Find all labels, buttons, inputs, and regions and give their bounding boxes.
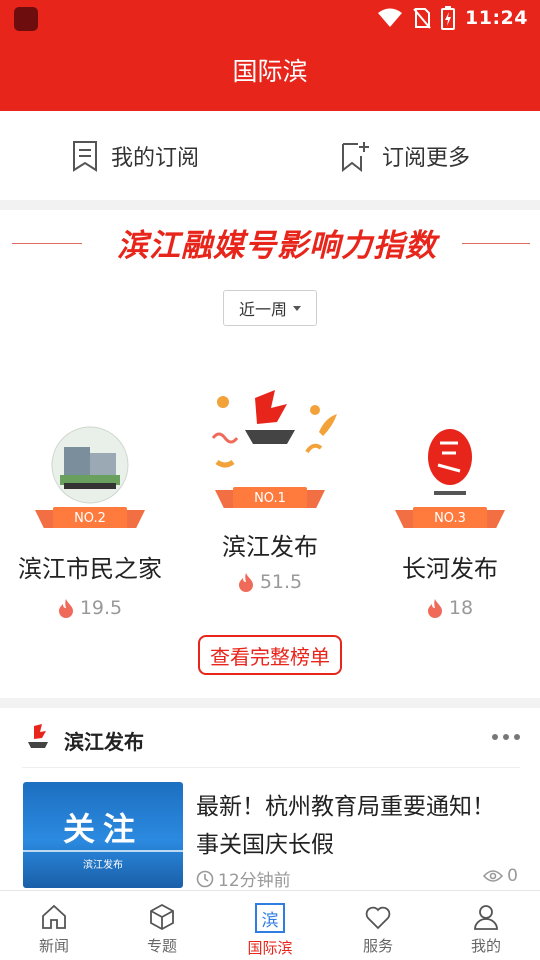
news-time: 12分钟前 [196, 866, 291, 891]
rank-badge-2: NO.2 [35, 507, 145, 528]
list-bookmark-icon [72, 140, 97, 172]
rank-item-2[interactable]: NO.2 滨江市民之家 19.5 [10, 425, 170, 625]
rank-badge-label: NO.1 [254, 491, 286, 506]
rank-badge-label: NO.2 [74, 511, 106, 526]
thumb-source: 滨江发布 [83, 860, 123, 871]
binjiang-release-logo [211, 390, 337, 468]
eye-icon [483, 870, 504, 882]
changhe-release-logo [428, 429, 472, 495]
dropdown-caret-icon [293, 305, 301, 311]
nav-international-bin[interactable]: 滨 国际滨 [216, 891, 324, 960]
nav-mine[interactable]: 我的 [432, 891, 540, 960]
rank-score-value: 18 [448, 597, 474, 619]
nav-label: 我的 [470, 937, 501, 955]
banner-right-line [462, 243, 530, 244]
cube-icon [150, 903, 174, 931]
flame-icon [238, 573, 253, 592]
banner-title: 滨江融媒号影响力指数 [117, 228, 437, 264]
banner-left-line [12, 243, 82, 244]
app-notification-icon [14, 7, 38, 31]
no-sim-icon [413, 8, 431, 29]
influence-banner: 滨江融媒号影响力指数 [12, 216, 530, 266]
my-subscriptions-label: 我的订阅 [110, 145, 199, 171]
source-logo-icon [28, 724, 48, 748]
rank-badge-3: NO.3 [395, 507, 505, 528]
subscription-row: 我的订阅 订阅更多 [0, 111, 540, 200]
rank-name: 滨江发布 [222, 533, 318, 561]
rank-badge-1: NO.1 [215, 487, 325, 508]
nav-label: 新闻 [38, 937, 69, 955]
news-views: 0 [483, 866, 518, 886]
nav-label: 国际滨 [247, 939, 293, 957]
nav-topics[interactable]: 专题 [108, 891, 216, 960]
battery-charging-icon [441, 6, 456, 30]
person-icon [474, 905, 498, 930]
news-headline[interactable]: 最新！杭州教育局重要通知！事关国庆长假 [196, 788, 516, 864]
nav-label: 服务 [362, 937, 393, 955]
bin-icon: 滨 [255, 903, 285, 933]
flame-icon [427, 599, 442, 618]
view-full-list-button[interactable]: 查看完整榜单 [198, 635, 342, 675]
news-time-value: 12分钟前 [218, 871, 291, 891]
rank-score-value: 51.5 [259, 571, 303, 593]
rank-score: 18 [370, 597, 530, 619]
period-value: 近一周 [238, 300, 287, 319]
rank-score-value: 19.5 [79, 597, 123, 619]
home-icon [42, 904, 66, 929]
nav-news[interactable]: 新闻 [0, 891, 108, 960]
news-views-value: 0 [507, 866, 518, 886]
news-feed: 滨江发布 关注 滨江发布 最新！杭州教育局重要通知！事关国庆长假 12分钟前 0 [0, 708, 540, 891]
status-bar: 11:24 [0, 0, 540, 36]
rank-score: 51.5 [190, 571, 350, 593]
more-options-icon[interactable] [492, 734, 520, 740]
status-time: 11:24 [465, 7, 528, 29]
subscribe-more-label: 订阅更多 [381, 145, 470, 171]
rank-name: 滨江市民之家 [18, 555, 162, 583]
nav-services[interactable]: 服务 [324, 891, 432, 960]
status-icons: 11:24 [377, 4, 528, 32]
rank-badge-label: NO.3 [434, 511, 466, 526]
heart-icon [365, 906, 391, 930]
thumb-divider [23, 850, 183, 852]
citizen-home-logo [51, 426, 129, 504]
rank-score: 19.5 [10, 597, 170, 619]
wifi-icon [378, 8, 403, 27]
rank-item-3[interactable]: NO.3 长河发布 18 [370, 425, 530, 625]
my-subscriptions-button[interactable]: 我的订阅 [0, 111, 270, 200]
influence-ranking-card: 滨江融媒号影响力指数 近一周 NO.2 滨江市民之家 19.5 NO.1 滨江发… [0, 210, 540, 698]
rank-item-1[interactable]: NO.1 滨江发布 51.5 [190, 378, 350, 608]
bottom-nav: 新闻 专题 滨 国际滨 服务 我的 [0, 890, 540, 960]
clock-icon [196, 870, 214, 887]
nav-label: 专题 [146, 937, 177, 955]
bookmark-add-icon [341, 141, 369, 172]
thumb-title: 关注 [62, 810, 143, 848]
page-title: 国际滨 [232, 57, 308, 86]
top-header: 11:24 国际滨 [0, 0, 540, 111]
news-thumbnail[interactable]: 关注 滨江发布 [23, 782, 183, 888]
feed-source-header[interactable]: 滨江发布 [22, 722, 520, 768]
period-dropdown[interactable]: 近一周 [223, 290, 317, 326]
rank-name: 长河发布 [402, 555, 498, 583]
flame-icon [58, 599, 73, 618]
feed-source-name: 滨江发布 [64, 730, 144, 754]
subscribe-more-button[interactable]: 订阅更多 [270, 111, 540, 200]
